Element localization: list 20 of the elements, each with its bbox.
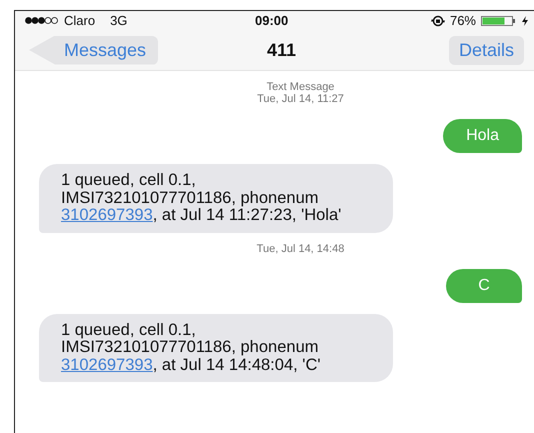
phone-number-link[interactable]: 3102697393	[61, 356, 153, 374]
charging-icon	[522, 16, 528, 26]
battery-icon	[481, 16, 517, 26]
clock-time: 09:00	[255, 13, 288, 28]
timestamp: Tue, Jul 14, 11:27	[257, 93, 344, 105]
message-text: Hola	[466, 127, 499, 144]
network-type: 3G	[110, 13, 128, 28]
back-button[interactable]: Messages	[29, 36, 158, 64]
details-button[interactable]: Details	[448, 36, 524, 64]
timestamp: Tue, Jul 14, 14:48	[256, 242, 344, 254]
message-text: 1 queued, cell 0.1, IMSI732101077701186, phonenum 3102697393, at Jul 14 11:27:23, 'Hola'	[61, 172, 342, 224]
battery-percent: 76%	[450, 13, 476, 28]
conversation-title: 411	[267, 40, 296, 61]
message-type-label: Text Message	[266, 81, 334, 93]
message-text: C	[478, 276, 490, 294]
carrier-name: Claro	[64, 13, 96, 28]
signal-icon	[25, 17, 59, 24]
message-text: 1 queued, cell 0.1, IMSI732101077701186, phonenum 3102697393, at Jul 14 14:48:04, 'C'	[61, 322, 322, 374]
rotation-lock-icon	[430, 14, 445, 26]
phone-number-link[interactable]: 3102697393	[61, 206, 153, 224]
